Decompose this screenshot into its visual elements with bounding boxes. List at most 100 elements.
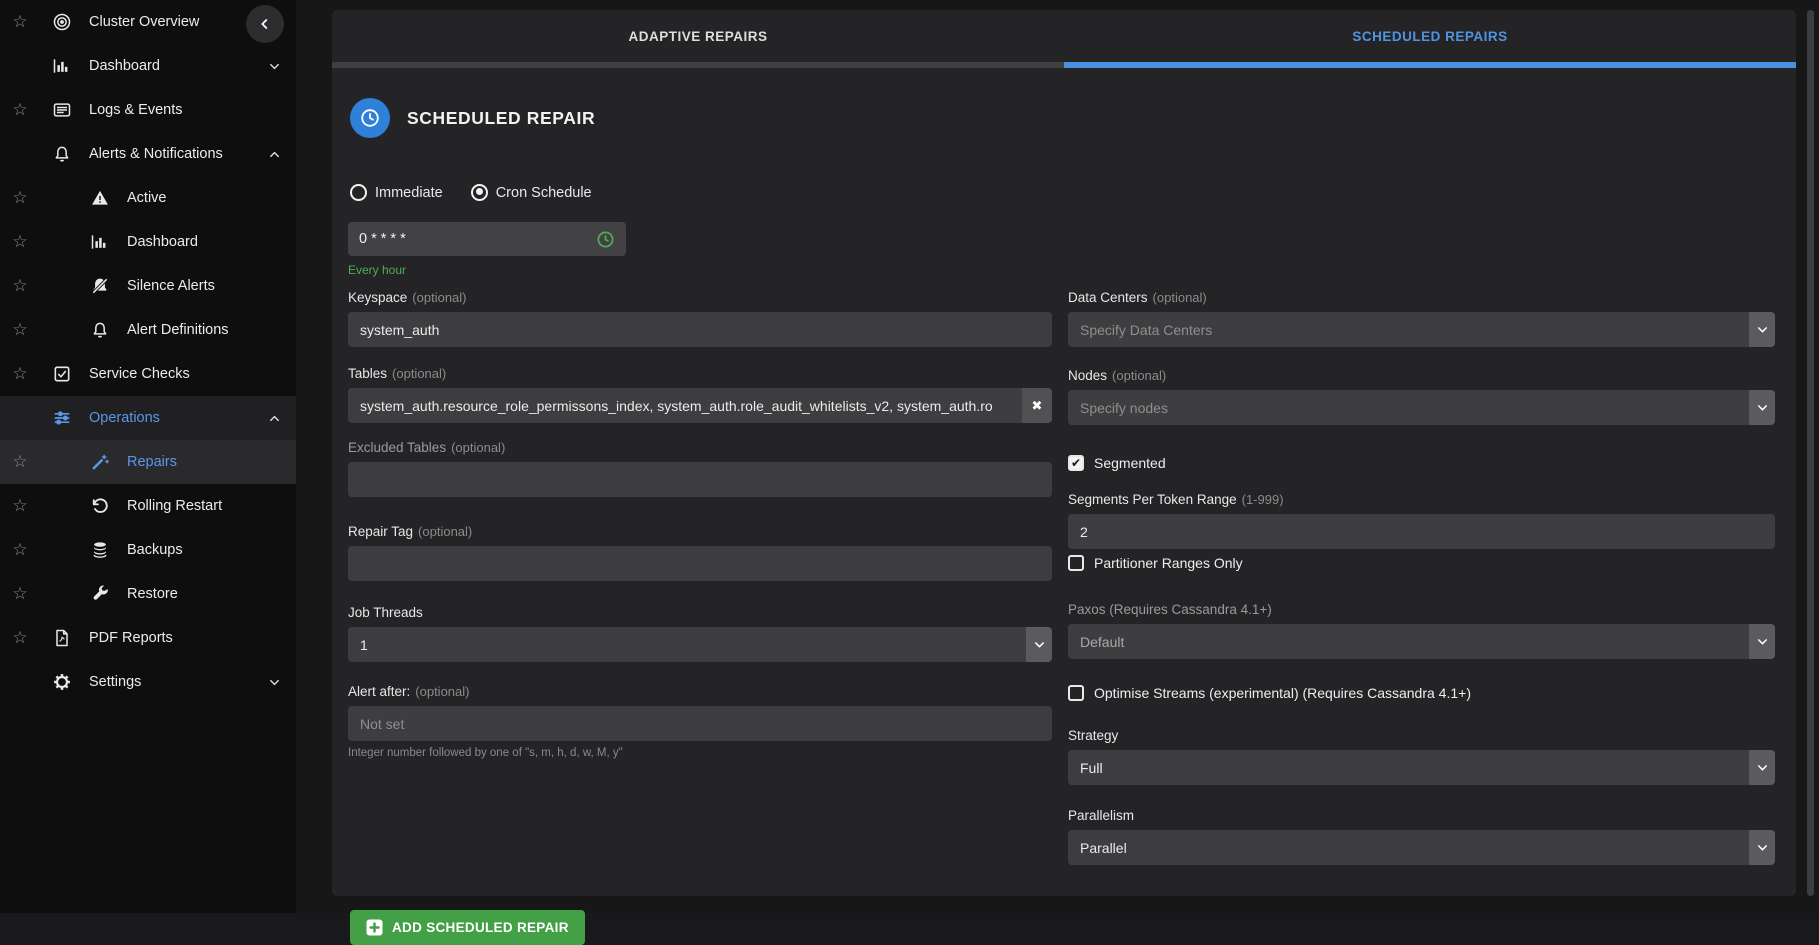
sidebar-item-alert-definitions[interactable]: ☆ Alert Definitions <box>0 308 296 352</box>
main-area: ADAPTIVE REPAIRS SCHEDULED REPAIRS SCHED… <box>296 0 1819 913</box>
bell-slash-icon <box>89 275 111 297</box>
chevron-down-icon[interactable] <box>1749 624 1775 659</box>
segments-input[interactable]: 2 <box>1068 514 1775 549</box>
sidebar: ☆ Cluster Overview ☆ Dashboard ☆ Logs & … <box>0 0 296 913</box>
excluded-tables-input[interactable] <box>348 462 1052 497</box>
sidebar-item-label: Service Checks <box>89 366 190 382</box>
sidebar-item-silence-alerts[interactable]: ☆ Silence Alerts <box>0 264 296 308</box>
bar-chart-icon <box>51 55 73 77</box>
bar-chart-icon <box>89 231 111 253</box>
favorite-star-icon[interactable]: ☆ <box>10 628 30 648</box>
optional-suffix: (optional) <box>392 366 446 381</box>
clear-tables-button[interactable]: ✖ <box>1022 388 1052 423</box>
favorite-star-icon[interactable]: ☆ <box>10 364 30 384</box>
favorite-star-icon[interactable]: ☆ <box>10 12 30 32</box>
tab-scheduled-repairs[interactable]: SCHEDULED REPAIRS <box>1064 29 1796 44</box>
sidebar-item-backups[interactable]: ☆ Backups <box>0 528 296 572</box>
sidebar-collapse-button[interactable] <box>246 5 284 43</box>
bell-icon <box>89 319 111 341</box>
optional-suffix: (optional) <box>451 440 505 455</box>
add-scheduled-repair-label: ADD SCHEDULED REPAIR <box>392 920 569 935</box>
sidebar-item-label: Repairs <box>127 454 177 470</box>
sidebar-item-repairs[interactable]: ☆ Repairs <box>0 440 296 484</box>
keyspace-label: Keyspace <box>348 290 407 305</box>
cron-expression-input[interactable]: 0 * * * * <box>348 222 626 256</box>
wrench-icon <box>89 583 111 605</box>
repair-tag-input[interactable] <box>348 546 1052 581</box>
chevron-down-icon[interactable] <box>1749 390 1775 425</box>
segmented-checkbox-row[interactable]: ✔ Segmented <box>1068 455 1775 471</box>
sidebar-item-alerts-notifications[interactable]: ☆ Alerts & Notifications <box>0 132 296 176</box>
chevron-down-icon[interactable] <box>1749 750 1775 785</box>
log-list-icon <box>51 99 73 121</box>
radio-cron-circle[interactable] <box>471 184 488 201</box>
sidebar-item-settings[interactable]: ☆ Settings <box>0 660 296 704</box>
sidebar-item-pdf-reports[interactable]: ☆ PDF Reports <box>0 616 296 660</box>
sidebar-item-restore[interactable]: ☆ Restore <box>0 572 296 616</box>
excluded-tables-label: Excluded Tables <box>348 440 446 455</box>
data-centers-select[interactable]: Specify Data Centers <box>1068 312 1775 347</box>
segmented-checkbox[interactable]: ✔ <box>1068 455 1084 471</box>
add-scheduled-repair-button[interactable]: ADD SCHEDULED REPAIR <box>350 910 585 945</box>
favorite-star-icon[interactable]: ☆ <box>10 320 30 340</box>
optional-suffix: (optional) <box>412 290 466 305</box>
tab-adaptive-repairs[interactable]: ADAPTIVE REPAIRS <box>332 29 1064 44</box>
chevron-down-icon[interactable] <box>1749 312 1775 347</box>
partitioner-ranges-checkbox[interactable] <box>1068 555 1084 571</box>
cron-hint-text: Every hour <box>348 263 1776 277</box>
sidebar-item-label: Operations <box>89 410 160 426</box>
favorite-star-icon[interactable]: ☆ <box>10 540 30 560</box>
alert-after-label: Alert after: <box>348 684 410 699</box>
optional-suffix: (optional) <box>415 684 469 699</box>
pdf-file-icon <box>51 627 73 649</box>
radio-immediate-circle[interactable] <box>350 184 367 201</box>
field-data-centers: Data Centers(optional) Specify Data Cent… <box>1068 290 1775 347</box>
keyspace-input[interactable]: system_auth <box>348 312 1052 347</box>
vertical-scrollbar[interactable] <box>1807 10 1814 896</box>
sidebar-item-label: Silence Alerts <box>127 278 215 294</box>
optimise-streams-label: Optimise Streams (experimental) (Require… <box>1094 685 1471 701</box>
strategy-select[interactable]: Full <box>1068 750 1775 785</box>
sidebar-item-label: Dashboard <box>127 234 198 250</box>
partitioner-ranges-checkbox-row[interactable]: Partitioner Ranges Only <box>1068 555 1775 571</box>
radio-cron-schedule[interactable]: Cron Schedule <box>471 184 592 201</box>
tables-input[interactable]: system_auth.resource_role_permissons_ind… <box>348 388 1052 423</box>
chevron-down-icon[interactable] <box>1749 830 1775 865</box>
chevron-down-icon[interactable] <box>267 675 282 690</box>
radio-immediate[interactable]: Immediate <box>350 184 443 201</box>
favorite-star-icon[interactable]: ☆ <box>10 100 30 120</box>
sidebar-item-label: Active <box>127 190 167 206</box>
favorite-star-icon[interactable]: ☆ <box>10 232 30 252</box>
plus-square-icon <box>366 919 383 936</box>
favorite-star-icon[interactable]: ☆ <box>10 188 30 208</box>
chevron-down-icon[interactable] <box>267 59 282 74</box>
chevron-up-icon[interactable] <box>267 147 282 162</box>
sidebar-item-label: PDF Reports <box>89 630 173 646</box>
sidebar-item-active[interactable]: ☆ Active <box>0 176 296 220</box>
sidebar-item-dashboard-sub[interactable]: ☆ Dashboard <box>0 220 296 264</box>
sidebar-item-service-checks[interactable]: ☆ Service Checks <box>0 352 296 396</box>
favorite-star-icon[interactable]: ☆ <box>10 584 30 604</box>
chevron-down-icon[interactable] <box>1026 627 1052 662</box>
paxos-select[interactable]: Default <box>1068 624 1775 659</box>
optimise-streams-checkbox[interactable] <box>1068 685 1084 701</box>
job-threads-label: Job Threads <box>348 605 423 620</box>
segments-label: Segments Per Token Range <box>1068 492 1237 507</box>
radio-cron-label: Cron Schedule <box>496 185 592 201</box>
parallelism-select[interactable]: Parallel <box>1068 830 1775 865</box>
chevron-up-icon[interactable] <box>267 411 282 426</box>
cron-clock-icon[interactable] <box>596 230 615 249</box>
sidebar-item-rolling-restart[interactable]: ☆ Rolling Restart <box>0 484 296 528</box>
optional-suffix: (optional) <box>418 524 472 539</box>
sidebar-item-dashboard[interactable]: ☆ Dashboard <box>0 44 296 88</box>
optimise-streams-checkbox-row[interactable]: Optimise Streams (experimental) (Require… <box>1068 685 1775 701</box>
job-threads-select[interactable]: 1 <box>348 627 1052 662</box>
nodes-select[interactable]: Specify nodes <box>1068 390 1775 425</box>
check-square-icon <box>51 363 73 385</box>
favorite-star-icon[interactable]: ☆ <box>10 276 30 296</box>
alert-after-input[interactable]: Not set <box>348 706 1052 741</box>
sidebar-item-operations[interactable]: ☆ Operations <box>0 396 296 440</box>
favorite-star-icon[interactable]: ☆ <box>10 496 30 516</box>
sidebar-item-logs-events[interactable]: ☆ Logs & Events <box>0 88 296 132</box>
favorite-star-icon[interactable]: ☆ <box>10 452 30 472</box>
